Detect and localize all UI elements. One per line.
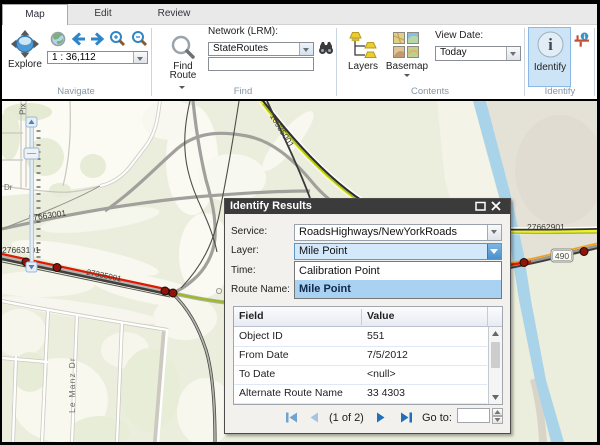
svg-text:27662901: 27662901 xyxy=(527,222,565,232)
svg-text:490: 490 xyxy=(555,251,569,261)
svg-text:i: i xyxy=(548,35,553,54)
svg-text:Le Manz Dr: Le Manz Dr xyxy=(67,357,77,413)
svg-text:27663101: 27663101 xyxy=(2,245,40,255)
svg-text:Dr: Dr xyxy=(4,183,13,192)
svg-text:Pix: Pix xyxy=(18,102,28,115)
